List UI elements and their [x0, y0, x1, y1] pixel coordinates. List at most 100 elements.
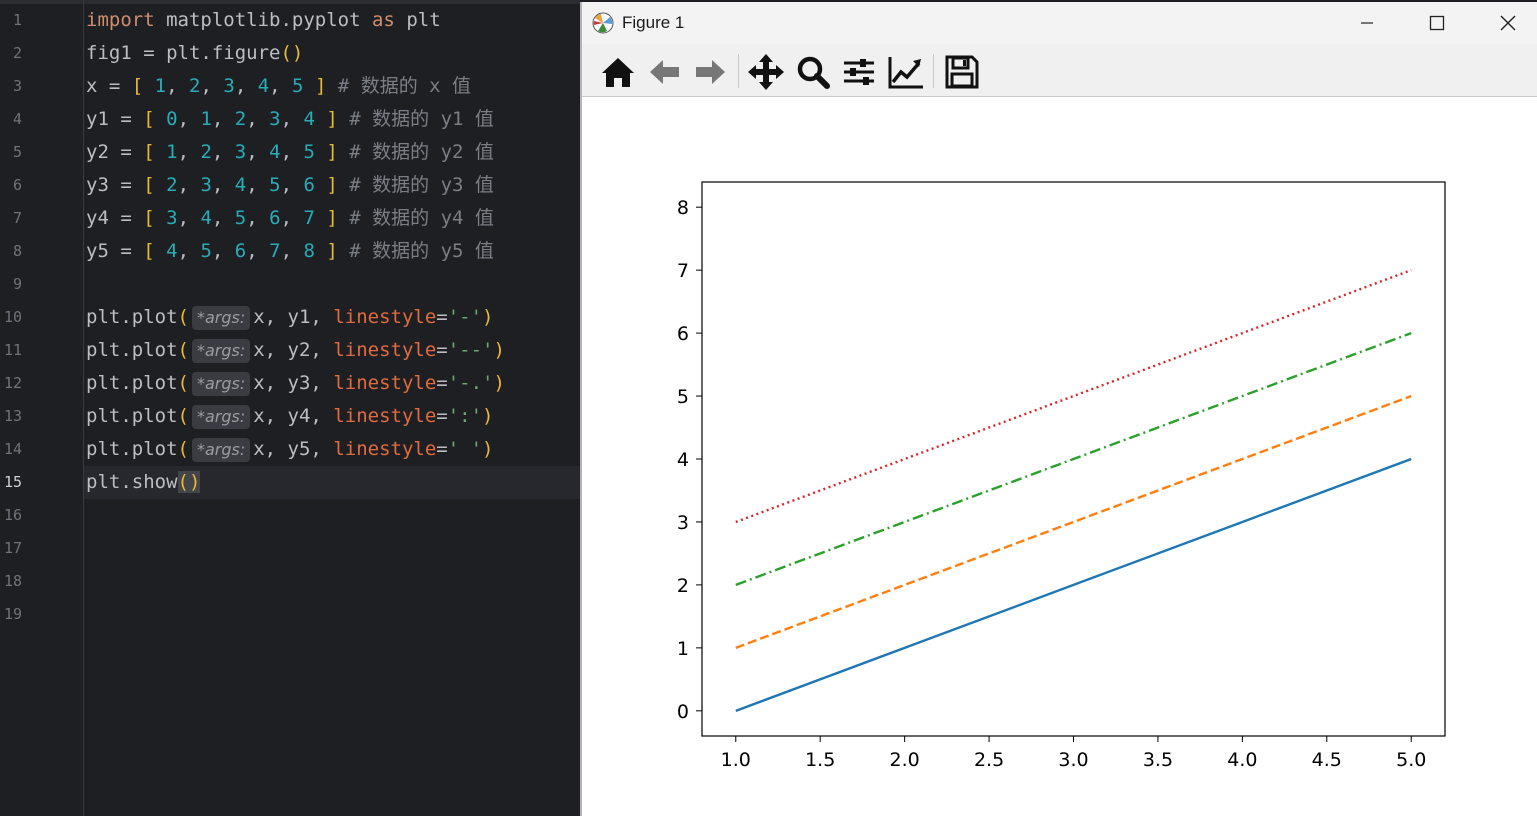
x-tick-label: 2.0	[890, 749, 920, 771]
paren-close: )	[482, 306, 494, 328]
navigation-toolbar	[582, 44, 1537, 97]
y-tick-label: 0	[677, 701, 689, 723]
x-tick-label: 1.5	[805, 749, 835, 771]
y-tick-label: 3	[677, 512, 689, 534]
number: 2	[189, 75, 201, 97]
forward-button[interactable]	[690, 52, 730, 92]
number: 3	[234, 141, 247, 163]
number: 2	[200, 141, 212, 163]
series-line-2	[735, 394, 1412, 649]
number: 7	[303, 207, 315, 229]
zoom-button[interactable]	[793, 52, 833, 92]
bracket-open: [	[143, 141, 155, 163]
bracket-close: ]	[326, 240, 338, 262]
window-title: Figure 1	[622, 13, 685, 32]
close-button[interactable]	[1467, 2, 1537, 44]
close-icon	[1500, 15, 1516, 31]
x-tick-label: 2.5	[974, 749, 1004, 771]
line-number: 9	[12, 275, 22, 293]
line-number: 3	[12, 77, 22, 95]
paren-close: )	[188, 471, 201, 493]
code-line-14[interactable]: plt.plot(*args: x, y5, linestyle=' ')	[86, 433, 494, 466]
code-line-4[interactable]: y1 = [ 0, 1, 2, 3, 4 ] # 数据的 y1 值	[86, 103, 494, 136]
paren-open: (	[177, 471, 189, 493]
keyword-argument: linestyle	[333, 306, 437, 328]
maximize-icon	[1429, 15, 1445, 31]
x-tick-label: 4.5	[1312, 749, 1342, 771]
pan-move-icon	[748, 54, 784, 90]
y-tick-label: 8	[677, 197, 689, 219]
code-text: plt	[394, 9, 441, 31]
plot-canvas[interactable]: 1.0 1.5 2.0 2.5 3.0 3.5 4.0 4.5 5.0 0 1 2 3 4 5 6 7 8	[582, 97, 1537, 814]
code-editor[interactable]: 1 2 3 4 5 6 7 8 9 10 11 12 13 14 15 16 1…	[0, 0, 580, 816]
minimize-button[interactable]	[1332, 2, 1402, 44]
home-button[interactable]	[598, 52, 638, 92]
y-tick-label: 1	[677, 638, 689, 660]
back-button[interactable]	[645, 52, 685, 92]
code-line-11[interactable]: plt.plot(*args: x, y2, linestyle='--')	[86, 334, 505, 367]
matplotlib-figure-window[interactable]: Figure 1 1.0 1.5 2.0 2.5 3.0 3.5 4.0 4.5…	[580, 2, 1537, 816]
bracket-open: [	[143, 174, 155, 196]
line-number: 12	[3, 374, 22, 392]
y-tick-label: 7	[677, 260, 689, 282]
parameter-hint: *args:	[191, 306, 251, 330]
parameter-hint: *args:	[191, 438, 251, 462]
x-tick-label: 5.0	[1396, 749, 1426, 771]
code-line-10[interactable]: plt.plot(*args: x, y1, linestyle='-')	[86, 301, 494, 334]
bracket-open: [	[131, 75, 144, 97]
save-button[interactable]	[942, 52, 982, 92]
line-number: 11	[3, 341, 22, 359]
parameter-hint: *args:	[191, 372, 251, 396]
line-number: 19	[3, 605, 22, 623]
maximize-button[interactable]	[1402, 2, 1472, 44]
line-number: 5	[12, 143, 22, 161]
code-line-2[interactable]: fig1 = plt.figure()	[86, 37, 303, 70]
number: 5	[200, 240, 212, 262]
number: 2	[166, 174, 178, 196]
number: 7	[269, 240, 281, 262]
window-titlebar[interactable]: Figure 1	[582, 2, 1537, 44]
bracket-close: ]	[326, 207, 338, 229]
function-call: plt.plot	[86, 405, 178, 427]
line-number: 2	[12, 44, 22, 62]
code-line-7[interactable]: y4 = [ 3, 4, 5, 6, 7 ] # 数据的 y4 值	[86, 202, 494, 235]
code-text: y4 =	[86, 207, 144, 229]
series-line-1	[735, 457, 1412, 712]
code-text: =	[436, 372, 448, 394]
code-line-6[interactable]: y3 = [ 2, 3, 4, 5, 6 ] # 数据的 y3 值	[86, 169, 494, 202]
code-line-8[interactable]: y5 = [ 4, 5, 6, 7, 8 ] # 数据的 y5 值	[86, 235, 494, 268]
pan-button[interactable]	[746, 52, 786, 92]
number: 8	[303, 240, 315, 262]
paren-open: (	[177, 339, 189, 361]
y-tick-label: 5	[677, 386, 689, 408]
y-tick-label: 2	[677, 575, 689, 597]
edit-axis-icon	[888, 57, 923, 89]
code-line-12[interactable]: plt.plot(*args: x, y3, linestyle='-.')	[86, 367, 505, 400]
configure-subplots-button[interactable]	[839, 52, 879, 92]
series-line-4	[735, 269, 1412, 524]
paren-open: (	[177, 438, 189, 460]
code-text: y3 =	[86, 174, 144, 196]
home-icon	[602, 58, 634, 87]
code-text: y2 =	[86, 141, 144, 163]
number: 5	[303, 141, 315, 163]
number: 6	[303, 174, 315, 196]
code-line-1[interactable]: import matplotlib.pyplot as plt	[86, 4, 441, 37]
string-literal: '-.'	[447, 372, 494, 394]
x-tick-label: 3.0	[1058, 749, 1088, 771]
keyword-import: import	[86, 9, 155, 31]
save-disk-icon	[945, 55, 979, 89]
parameter-hint: *args:	[191, 405, 251, 429]
code-line-3[interactable]: x = [ 1, 2, 3, 4, 5 ] # 数据的 x 值	[86, 70, 471, 103]
edit-axis-button[interactable]	[886, 52, 926, 92]
string-literal: '--'	[447, 339, 494, 361]
code-line-15[interactable]: plt.show()	[86, 466, 201, 499]
zoom-magnifier-icon	[797, 56, 830, 89]
back-arrow-icon	[650, 60, 679, 84]
code-text: y1 =	[86, 108, 144, 130]
keyword-argument: linestyle	[333, 405, 437, 427]
code-line-5[interactable]: y2 = [ 1, 2, 3, 4, 5 ] # 数据的 y2 值	[86, 136, 494, 169]
code-text: y5 =	[86, 240, 144, 262]
code-line-13[interactable]: plt.plot(*args: x, y4, linestyle=':')	[86, 400, 494, 433]
series-lines	[735, 269, 1412, 712]
